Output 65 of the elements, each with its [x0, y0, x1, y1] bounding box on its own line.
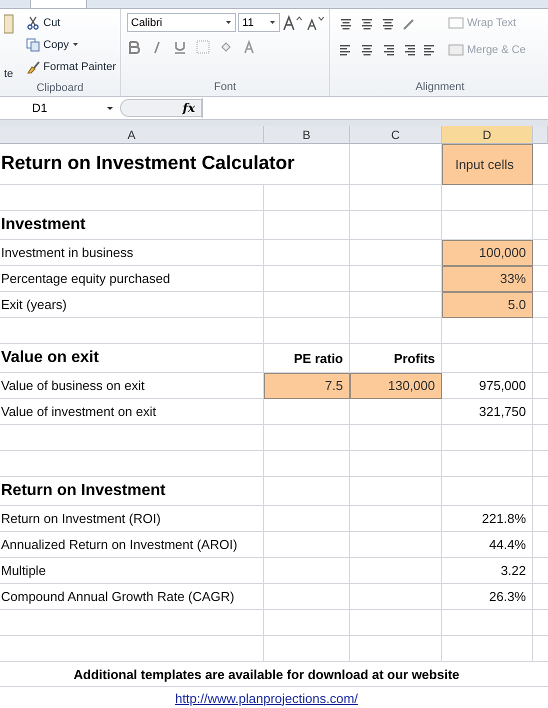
cell-value: 44.4%: [489, 537, 526, 552]
caret-icon: [106, 104, 114, 112]
row-label: Return on Investment (ROI): [1, 511, 161, 526]
column-header[interactable]: A: [0, 126, 264, 144]
font-size-dropdown[interactable]: 11: [238, 13, 280, 32]
input-cell[interactable]: Input cells: [442, 144, 533, 185]
row-label: Exit (years): [1, 297, 67, 312]
shrink-font-icon: [305, 14, 326, 30]
cell-value: 221.8%: [482, 511, 526, 526]
clipboard-button[interactable]: Format Painter: [26, 57, 116, 76]
column-header[interactable]: [533, 126, 548, 144]
scissors-icon: [26, 16, 40, 30]
section-heading: Investment: [1, 216, 86, 234]
align-middle-icon: [359, 17, 375, 31]
caret-icon: [72, 41, 79, 48]
clipboard-button[interactable]: Copy: [26, 35, 116, 54]
paste-label[interactable]: te: [4, 68, 22, 80]
grow-font-icon: [282, 14, 304, 30]
input-cell[interactable]: 100,000: [442, 240, 533, 266]
group-label: Clipboard: [35, 81, 85, 96]
wrap-text-icon: [448, 16, 464, 30]
copy-icon: [26, 38, 40, 52]
underline-icon: [173, 40, 187, 54]
input-cell[interactable]: 33%: [442, 266, 533, 292]
website-link[interactable]: http://www.planprojections.com/: [175, 690, 358, 706]
bold-icon: [127, 40, 141, 54]
section-heading: Return on Investment: [1, 482, 166, 500]
row-label: Percentage equity purchased: [1, 271, 170, 286]
column-header[interactable]: C: [350, 126, 442, 144]
name-box[interactable]: D1: [0, 99, 120, 117]
row-label: Compound Annual Growth Rate (CAGR): [1, 589, 234, 604]
paintbrush-icon: [26, 60, 40, 74]
row-label: Annualized Return on Investment (AROI): [1, 537, 238, 552]
group-label: Alignment: [414, 80, 466, 95]
insert-function-button[interactable]: fx: [182, 101, 195, 115]
merge-icon: [448, 42, 464, 56]
row-label: Value of business on exit: [1, 378, 145, 393]
row-label: Investment in business: [1, 245, 134, 260]
sheet-title: Return on Investment Calculator: [1, 153, 294, 175]
input-cell[interactable]: 5.0: [442, 292, 533, 318]
align-top-icon: [338, 17, 354, 31]
column-label: Profits: [394, 350, 435, 366]
group-label: Font: [212, 80, 237, 95]
align-bottom-icon: [380, 17, 396, 31]
cell-value: 321,750: [479, 404, 526, 419]
borders-icon: [196, 40, 210, 54]
font-name-dropdown[interactable]: Calibri: [127, 13, 236, 32]
input-cell[interactable]: 130,000: [350, 373, 442, 399]
input-cell[interactable]: 7.5: [264, 373, 350, 399]
cell-value: 975,000: [479, 378, 526, 393]
column-header[interactable]: D: [442, 126, 533, 144]
font-color-icon: [242, 40, 256, 54]
home-tab[interactable]: [30, 0, 87, 8]
align-center-icon: [359, 43, 375, 57]
row-label: Multiple: [1, 563, 46, 578]
cell-value: 26.3%: [489, 589, 526, 604]
caret-icon: [268, 19, 276, 26]
row-label: Value of investment on exit: [1, 404, 156, 419]
caret-icon: [225, 19, 232, 26]
column-header[interactable]: B: [264, 126, 350, 144]
section-heading: Value on exit: [1, 349, 99, 367]
clipboard-button[interactable]: Cut: [26, 13, 116, 32]
cell-value: 3.22: [500, 563, 526, 578]
note-text: Additional templates are available for download at our website: [74, 666, 460, 682]
column-label: PE ratio: [294, 350, 343, 366]
